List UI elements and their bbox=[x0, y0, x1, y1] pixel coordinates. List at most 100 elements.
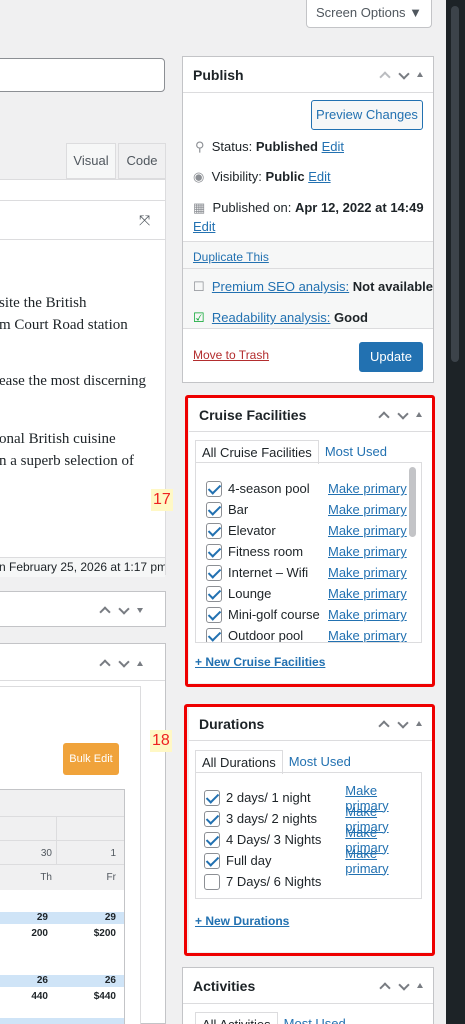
visibility-value: Public bbox=[265, 169, 305, 184]
list-item[interactable]: 4-season pool Make primary bbox=[206, 478, 421, 499]
fullscreen-icon[interactable]: ⤧ bbox=[139, 212, 150, 229]
price[interactable]: 200 bbox=[0, 928, 48, 939]
make-primary-link[interactable]: Make primary bbox=[328, 502, 407, 517]
tab-most-used[interactable]: Most Used bbox=[278, 1012, 352, 1024]
day-number: 30 bbox=[40, 848, 52, 859]
editor-area[interactable]: ⤧ site the British m Court Road station … bbox=[0, 179, 166, 577]
seo-icon: ☐ bbox=[193, 279, 205, 294]
move-down-icon[interactable] bbox=[397, 719, 407, 729]
tab-most-used[interactable]: Most Used bbox=[283, 750, 357, 774]
price[interactable]: 440 bbox=[0, 991, 48, 1002]
toggle-icon[interactable] bbox=[417, 72, 423, 77]
cruise-checklist[interactable]: 4-season pool Make primary Bar Make primar… bbox=[195, 462, 422, 643]
move-up-icon[interactable] bbox=[379, 981, 389, 991]
make-primary-link[interactable]: Make primary bbox=[328, 607, 407, 622]
toggle-icon[interactable] bbox=[416, 721, 422, 726]
move-down-icon[interactable] bbox=[398, 981, 408, 991]
add-new-duration-link[interactable]: + New Durations bbox=[195, 914, 289, 928]
move-down-icon[interactable] bbox=[118, 605, 128, 615]
toggle-icon[interactable] bbox=[137, 660, 143, 666]
checkbox[interactable] bbox=[204, 831, 220, 848]
checkbox[interactable] bbox=[204, 810, 220, 827]
preview-changes-button[interactable]: Preview Changes bbox=[311, 100, 423, 130]
checkbox[interactable] bbox=[204, 789, 220, 806]
checklist-scrollbar[interactable] bbox=[409, 467, 416, 537]
add-new-cruise-facility-link[interactable]: + New Cruise Facilities bbox=[195, 655, 325, 669]
checkbox[interactable] bbox=[206, 480, 222, 497]
move-up-icon[interactable] bbox=[99, 658, 109, 668]
tab-all-cruise-facilities[interactable]: All Cruise Facilities bbox=[195, 440, 319, 464]
scrollbar-thumb[interactable] bbox=[451, 6, 459, 362]
make-primary-link[interactable]: Make primary bbox=[328, 523, 407, 538]
calendar-metabox: Bulk Edit 30 1 Th Fr 29 29 200 $200 26 2… bbox=[0, 643, 166, 1024]
tab-all-durations[interactable]: All Durations bbox=[195, 750, 283, 774]
collapsed-metabox bbox=[0, 591, 166, 627]
durations-checklist[interactable]: 2 days/ 1 night Make primary 3 days/ 2 ni… bbox=[195, 772, 422, 899]
seo-analysis-link[interactable]: Premium SEO analysis: bbox=[212, 279, 349, 294]
list-item[interactable]: Bar Make primary bbox=[206, 499, 421, 520]
day-of-week: Th bbox=[40, 872, 52, 883]
visibility-edit-link[interactable]: Edit bbox=[308, 169, 330, 184]
toggle-icon[interactable] bbox=[137, 607, 143, 613]
editor-line: n a superb selection of bbox=[0, 453, 134, 469]
checkbox[interactable] bbox=[206, 522, 222, 539]
update-button[interactable]: Update bbox=[359, 342, 423, 372]
duplicate-this-link[interactable]: Duplicate This bbox=[193, 250, 269, 264]
move-down-icon[interactable] bbox=[397, 410, 407, 420]
annotation-badge: 17 bbox=[151, 489, 173, 511]
make-primary-link[interactable]: Make primary bbox=[328, 565, 407, 580]
move-down-icon[interactable] bbox=[398, 70, 408, 80]
list-item[interactable]: Full day Make primary bbox=[204, 846, 421, 876]
make-primary-link[interactable]: Make primary bbox=[345, 846, 421, 876]
checkbox[interactable] bbox=[204, 873, 220, 890]
list-item[interactable]: Mini-golf course Make primary bbox=[206, 604, 421, 625]
cruise-title: Cruise Facilities bbox=[199, 406, 307, 423]
make-primary-link[interactable]: Make primary bbox=[328, 586, 407, 601]
tab-most-used[interactable]: Most Used bbox=[319, 440, 393, 464]
seo-value: Not available bbox=[352, 279, 433, 294]
screen-options-button[interactable]: Screen Options ▼ bbox=[306, 0, 432, 28]
list-item[interactable]: Elevator Make primary bbox=[206, 520, 421, 541]
editor-line: m Court Road station bbox=[0, 317, 128, 333]
move-up-icon[interactable] bbox=[378, 719, 388, 729]
move-down-icon[interactable] bbox=[118, 658, 128, 668]
checkbox[interactable] bbox=[206, 501, 222, 518]
list-item[interactable]: Fitness room Make primary bbox=[206, 541, 421, 562]
checkbox[interactable] bbox=[204, 852, 220, 869]
durations-header: Durations bbox=[189, 707, 432, 741]
status-edit-link[interactable]: Edit bbox=[322, 139, 344, 154]
make-primary-link[interactable]: Make primary bbox=[328, 628, 407, 642]
availability-count[interactable]: 29 bbox=[60, 912, 116, 923]
checkbox[interactable] bbox=[206, 585, 222, 602]
move-up-icon[interactable] bbox=[378, 410, 388, 420]
move-to-trash-link[interactable]: Move to Trash bbox=[193, 348, 269, 362]
availability-count[interactable]: 26 bbox=[0, 975, 48, 986]
move-up-icon[interactable] bbox=[99, 605, 109, 615]
publish-box: Publish Preview Changes ⚲ Status: Publis… bbox=[182, 56, 434, 383]
availability-count[interactable]: 26 bbox=[60, 975, 116, 986]
published-label: Published on: bbox=[212, 200, 292, 215]
editor-tab-visual[interactable]: Visual bbox=[66, 143, 116, 179]
bulk-edit-button[interactable]: Bulk Edit bbox=[63, 743, 119, 775]
checkbox[interactable] bbox=[206, 606, 222, 623]
list-item[interactable]: Lounge Make primary bbox=[206, 583, 421, 604]
price[interactable]: $200 bbox=[60, 928, 116, 939]
editor-line: ease the most discerning bbox=[0, 373, 147, 389]
published-edit-link[interactable]: Edit bbox=[193, 219, 215, 234]
list-item[interactable]: Outdoor pool Make primary bbox=[206, 625, 421, 642]
checkbox[interactable] bbox=[206, 627, 222, 642]
editor-tab-code[interactable]: Code bbox=[118, 143, 166, 179]
checkbox[interactable] bbox=[206, 564, 222, 581]
title-input[interactable] bbox=[0, 58, 165, 92]
list-item[interactable]: Internet – Wifi Make primary bbox=[206, 562, 421, 583]
toggle-icon[interactable] bbox=[417, 983, 423, 988]
move-up-icon[interactable] bbox=[379, 70, 389, 80]
readability-analysis-link[interactable]: Readability analysis: bbox=[212, 310, 331, 325]
make-primary-link[interactable]: Make primary bbox=[328, 544, 407, 559]
make-primary-link[interactable]: Make primary bbox=[328, 481, 407, 496]
availability-count[interactable]: 29 bbox=[0, 912, 48, 923]
toggle-icon[interactable] bbox=[416, 412, 422, 417]
price[interactable]: $440 bbox=[60, 991, 116, 1002]
tab-all-activities[interactable]: All Activities bbox=[195, 1012, 278, 1024]
checkbox[interactable] bbox=[206, 543, 222, 560]
